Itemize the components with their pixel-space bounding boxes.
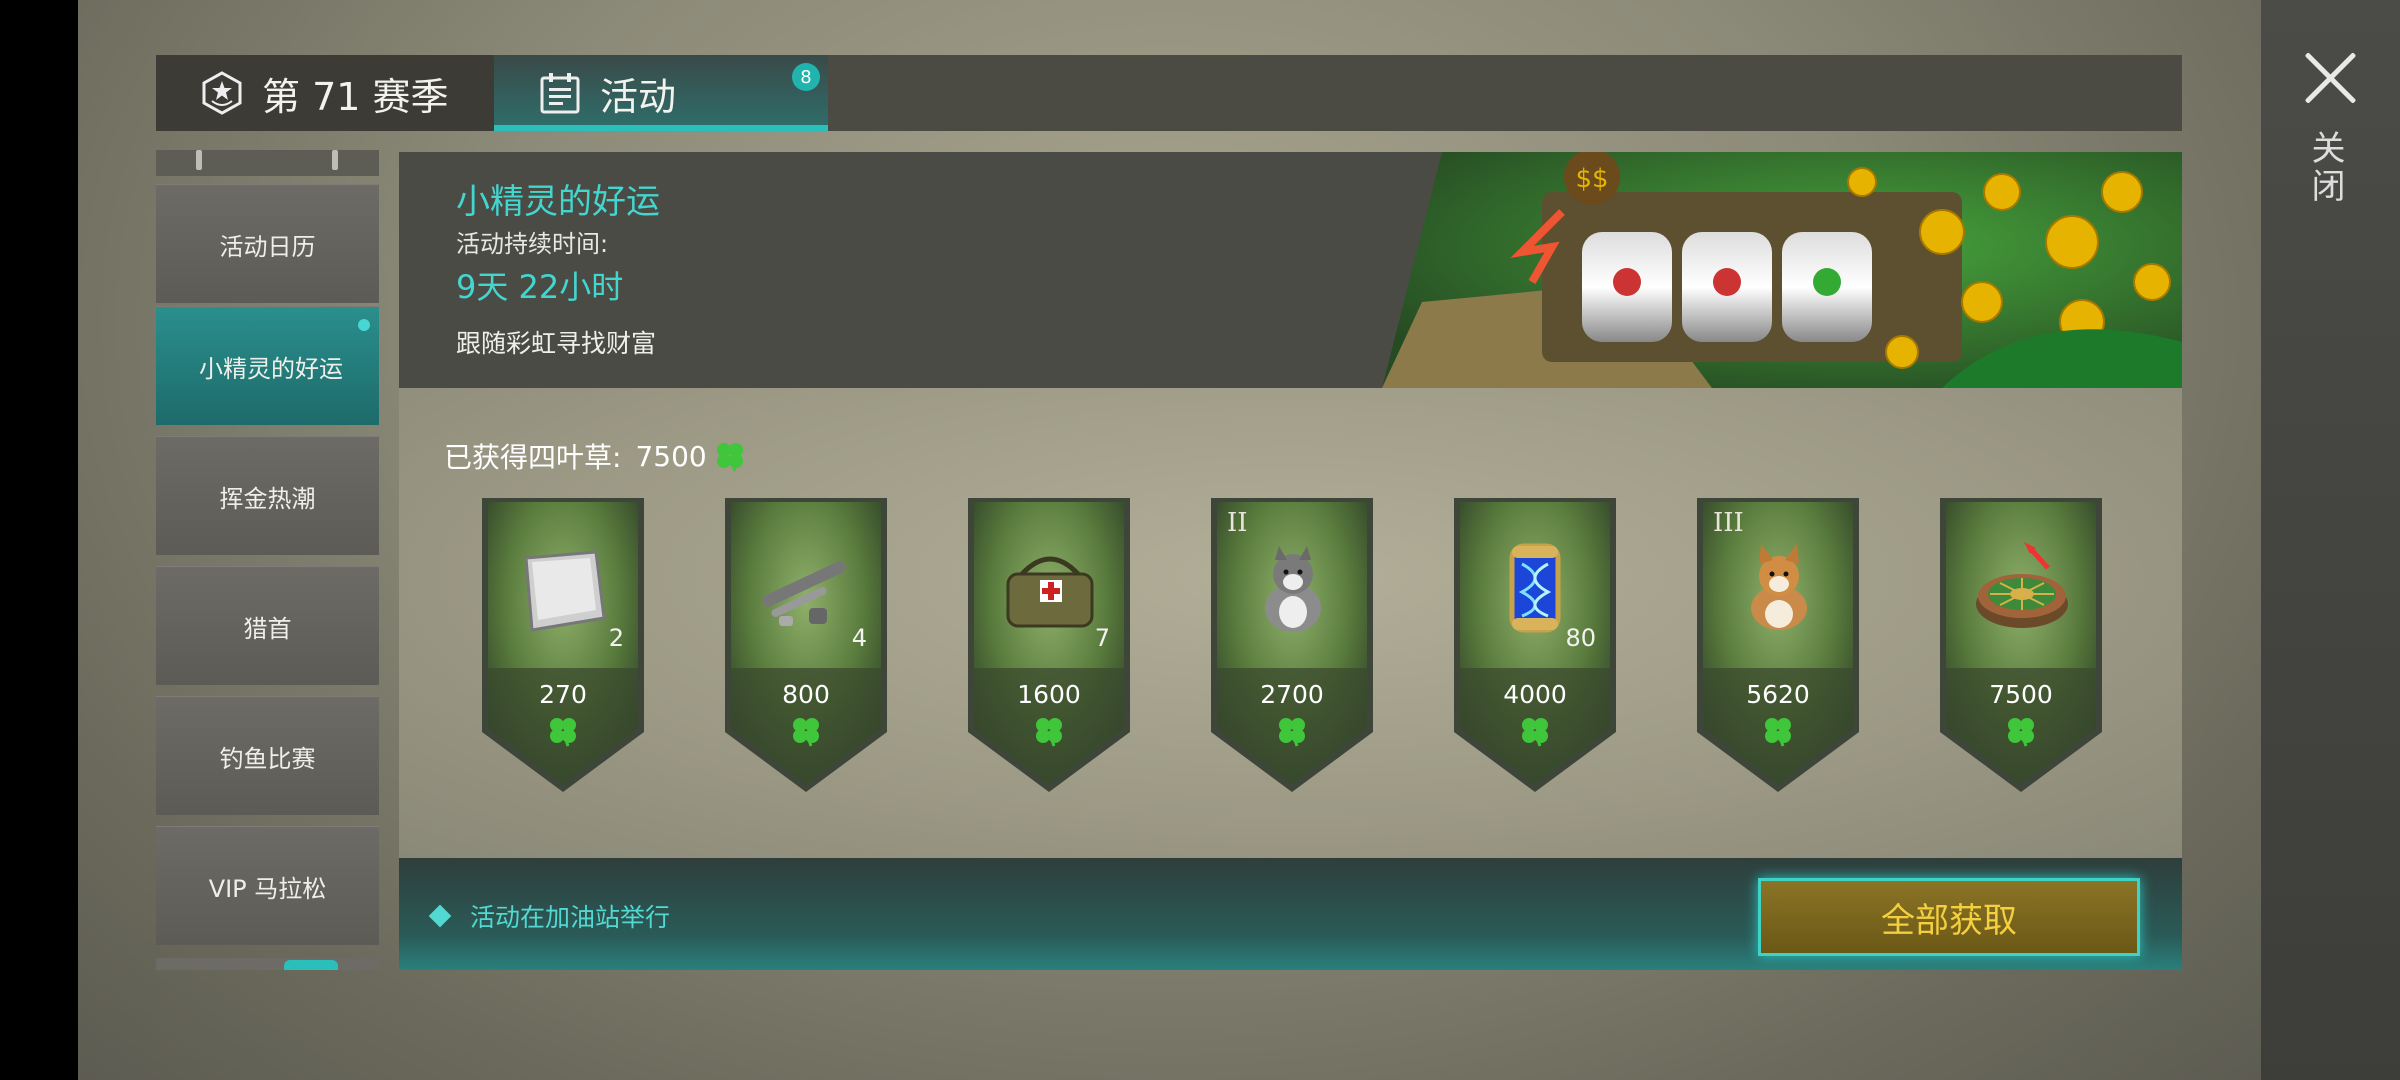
event-description: 跟随彩虹寻找财富 (456, 329, 657, 358)
reward-cost: 5620 (1746, 680, 1810, 709)
diamond-bullet-icon (428, 904, 452, 928)
dna-capsule-icon (1509, 543, 1561, 633)
roulette-wheel-icon (1976, 542, 2068, 628)
reward-quantity: 80 (1565, 624, 1596, 652)
calendar-icon (540, 73, 580, 114)
reward-cost: 7500 (1989, 680, 2053, 709)
clover-icon (1279, 718, 1305, 747)
sidebar-item-label: VIP 马拉松 (208, 874, 327, 903)
clover-icon (2008, 718, 2034, 747)
reward-quantity: 2 (608, 624, 624, 652)
sidebar-item-fishing-contest[interactable]: 钓鱼比赛 (156, 696, 379, 815)
sidebar-item-label: 挥金热潮 (219, 484, 316, 513)
reward-cost: 2700 (1260, 680, 1324, 709)
tab-bar: 第 71 赛季 活动 8 (156, 55, 2182, 131)
duration-value: 9天 22小时 (456, 268, 624, 306)
sidebar-item-event-calendar[interactable]: 活动日历 (156, 184, 379, 303)
weapon-parts-icon (762, 561, 846, 626)
clovers-earned-label: 已获得四叶草: (444, 441, 622, 474)
clover-icon (793, 718, 819, 747)
clovers-earned-value: 7500 (635, 439, 707, 473)
reward-card[interactable]: 2 270 (482, 498, 644, 792)
sidebar-item-leprechaun-luck[interactable]: 小精灵的好运 (156, 306, 379, 425)
tab-season-label: 第 71 赛季 (262, 74, 449, 119)
sidebar-item-vip-marathon[interactable]: VIP 马拉松 (156, 826, 379, 945)
sidebar-item-label: 猎首 (243, 614, 292, 643)
reward-tier: III (1713, 508, 1744, 538)
clover-icon (550, 718, 576, 747)
notification-badge: 8 (792, 63, 820, 91)
event-location-note: 活动在加油站举行 (428, 898, 671, 934)
close-icon[interactable] (2300, 48, 2360, 108)
event-sidebar[interactable]: 活动日历 小精灵的好运 挥金热潮 猎首 钓鱼比赛 VIP 马拉松 (156, 150, 379, 970)
reward-tier: II (1227, 508, 1248, 538)
sidebar-item-label: 钓鱼比赛 (219, 744, 316, 773)
clover-icon (1522, 718, 1548, 747)
husky-dog-icon (1265, 546, 1321, 632)
clovers-earned: 已获得四叶草: 7500 (444, 436, 747, 476)
clover-icon (1765, 718, 1791, 747)
sidebar-item-gold-rush[interactable]: 挥金热潮 (156, 436, 379, 555)
tab-events[interactable]: 活动 8 (494, 55, 828, 131)
sidebar-item-label: 小精灵的好运 (199, 354, 343, 383)
reward-card[interactable]: III 5620 (1697, 498, 1859, 792)
reward-quantity: 7 (1094, 624, 1110, 652)
reward-card[interactable]: II 2700 (1211, 498, 1373, 792)
new-dot (358, 319, 370, 331)
reward-cost: 800 (782, 680, 830, 709)
reward-cost: 1600 (1017, 680, 1081, 709)
reward-cost: 4000 (1503, 680, 1567, 709)
svg-text:$$: $$ (1575, 164, 1608, 194)
event-banner: $$ (399, 152, 2182, 388)
sidebar-item-headhunt[interactable]: 猎首 (156, 566, 379, 685)
metal-plate-icon (524, 550, 606, 632)
claim-all-button[interactable]: 全部获取 (1758, 878, 2140, 956)
slot-machine-truck-illustration: $$ (1382, 152, 2182, 388)
medical-bag-icon (1006, 556, 1094, 628)
close-label[interactable]: 关闭 (2305, 130, 2350, 206)
reward-cost: 270 (539, 680, 587, 709)
corgi-dog-icon (1751, 544, 1807, 630)
reward-card[interactable]: 7500 (1940, 498, 2102, 792)
event-location-text: 活动在加油站举行 (470, 903, 671, 932)
tab-events-label: 活动 (600, 74, 677, 119)
reward-quantity: 4 (851, 624, 867, 652)
season-emblem-icon (202, 71, 242, 115)
clover-icon (716, 443, 743, 472)
reward-card[interactable]: 4 800 (725, 498, 887, 792)
reward-card[interactable]: 80 4000 (1454, 498, 1616, 792)
duration-label: 活动持续时间: (456, 230, 609, 258)
sidebar-scroll-indicator (156, 958, 379, 970)
sidebar-item-label: 活动日历 (219, 232, 316, 261)
event-title: 小精灵的好运 (456, 182, 660, 222)
reward-card[interactable]: 7 1600 (968, 498, 1130, 792)
sidebar-scroll-top (156, 150, 379, 176)
clover-icon (1036, 718, 1062, 747)
tab-season[interactable]: 第 71 赛季 (156, 55, 494, 131)
